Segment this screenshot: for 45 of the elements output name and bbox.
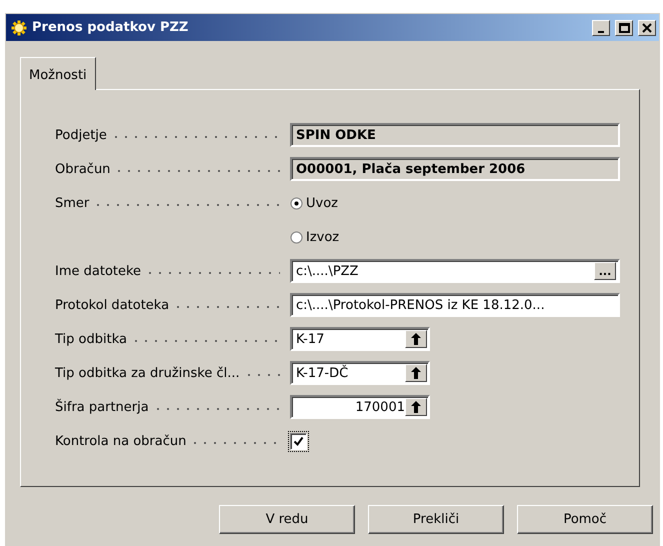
field-label: Kontrola na obračun <box>55 434 186 448</box>
minimize-button[interactable] <box>592 20 610 36</box>
dialog-button[interactable]: Prekliči <box>368 505 504 534</box>
radio-button[interactable] <box>290 230 303 244</box>
maximize-button[interactable] <box>615 20 633 36</box>
field-value: K-17-DČ <box>296 366 350 380</box>
gear-icon <box>10 18 28 36</box>
radio-button[interactable] <box>290 196 303 210</box>
input-field[interactable]: c:\....\PZZ ... <box>290 259 620 283</box>
field-label: Smer <box>55 196 90 210</box>
up-arrow-icon <box>411 367 421 379</box>
field-value: c:\....\PZZ <box>296 264 358 278</box>
checkbox[interactable] <box>290 432 307 450</box>
input-field[interactable]: c:\....\Protokol-PRENOS iz KE 18.12.0... <box>290 293 620 317</box>
field-label: Šifra partnerja <box>55 400 149 414</box>
readonly-field: SPIN ODKE <box>290 123 620 147</box>
field-label: Ime datoteke <box>55 264 142 278</box>
readonly-field: O00001, Plača september 2006 <box>290 157 620 181</box>
field-value: 170001 <box>354 400 405 414</box>
radio-label[interactable]: Uvoz <box>306 196 338 210</box>
lookup-field[interactable]: K-17-DČ <box>290 361 430 385</box>
field-label: Obračun <box>55 162 110 176</box>
radio-label[interactable]: Izvoz <box>306 230 340 244</box>
lookup-field[interactable]: K-17 <box>290 327 430 351</box>
lookup-button[interactable] <box>405 364 427 382</box>
window-title: Prenos podatkov PZZ <box>32 20 190 35</box>
lookup-button[interactable] <box>405 330 427 348</box>
field-label: Tip odbitka <box>55 332 127 346</box>
check-icon <box>293 436 304 446</box>
dialog-button[interactable]: Pomoč <box>517 505 653 534</box>
close-button[interactable] <box>638 20 656 36</box>
close-icon <box>641 22 653 34</box>
dialog-button[interactable]: V redu <box>219 505 355 534</box>
lookup-field[interactable]: 170001 <box>290 395 430 419</box>
up-arrow-icon <box>411 401 421 413</box>
field-label: Tip odbitka za družinske čl... <box>55 366 240 380</box>
lookup-button[interactable] <box>405 398 427 416</box>
field-value: K-17 <box>296 332 326 346</box>
field-label: Podjetje <box>55 128 107 142</box>
up-arrow-icon <box>411 333 421 345</box>
tab[interactable]: Možnosti <box>20 57 96 90</box>
minimize-icon <box>598 30 604 32</box>
field-label: Protokol datoteka <box>55 298 170 312</box>
browse-button[interactable]: ... <box>594 262 616 280</box>
maximize-icon <box>618 22 630 34</box>
